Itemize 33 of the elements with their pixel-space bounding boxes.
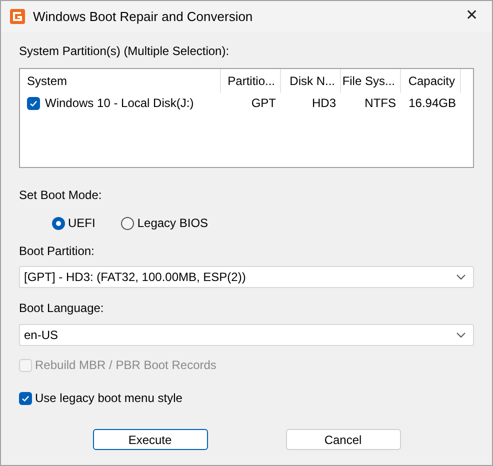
boot-partition-select[interactable]: [GPT] - HD3: (FAT32, 100.00MB, ESP(2)) [19,266,474,288]
check-icon [21,394,30,402]
app-logo-icon [10,9,25,24]
checkbox[interactable] [19,392,32,404]
dialog-button[interactable]: Cancel [286,429,400,450]
section-label: System Partition(s) (Multiple Selection): [19,43,230,60]
column-header[interactable]: Capacity [401,69,461,93]
radio-button[interactable] [121,216,134,230]
table-cell-text: GPT [251,95,276,112]
table-cell-text: Windows 10 - Local Disk(J:) [45,95,194,112]
section-label: Boot Partition: [19,243,96,260]
checkbox[interactable] [27,96,40,110]
column-header[interactable]: Partitio... [221,69,281,93]
radio-button[interactable] [52,216,65,230]
chevron-down-icon [456,332,466,338]
column-header[interactable]: System [21,69,221,93]
table-cell-text: NTFS [364,95,396,112]
window-title: Windows Boot Repair and Conversion [33,8,253,26]
radio-label: UEFI [68,215,96,232]
section-label: Boot Language: [19,300,105,317]
table-cell-text: 16.94GB [408,95,456,112]
check-icon [29,98,38,108]
close-button[interactable]: ✕ [452,1,492,32]
table-cell-text: HD3 [312,95,336,112]
column-header[interactable]: Disk N... [281,69,341,93]
chevron-down-icon [456,274,466,280]
checkbox-label: Rebuild MBR / PBR Boot Records [35,357,216,374]
section-label: Set Boot Mode: [19,187,103,204]
boot-language-select[interactable]: en-US [19,324,474,346]
checkbox-label: Use legacy boot menu style [35,390,182,407]
dialog-button[interactable]: Execute [92,429,208,450]
radio-label: Legacy BIOS [137,215,208,232]
column-header[interactable]: File Sys... [341,69,401,93]
